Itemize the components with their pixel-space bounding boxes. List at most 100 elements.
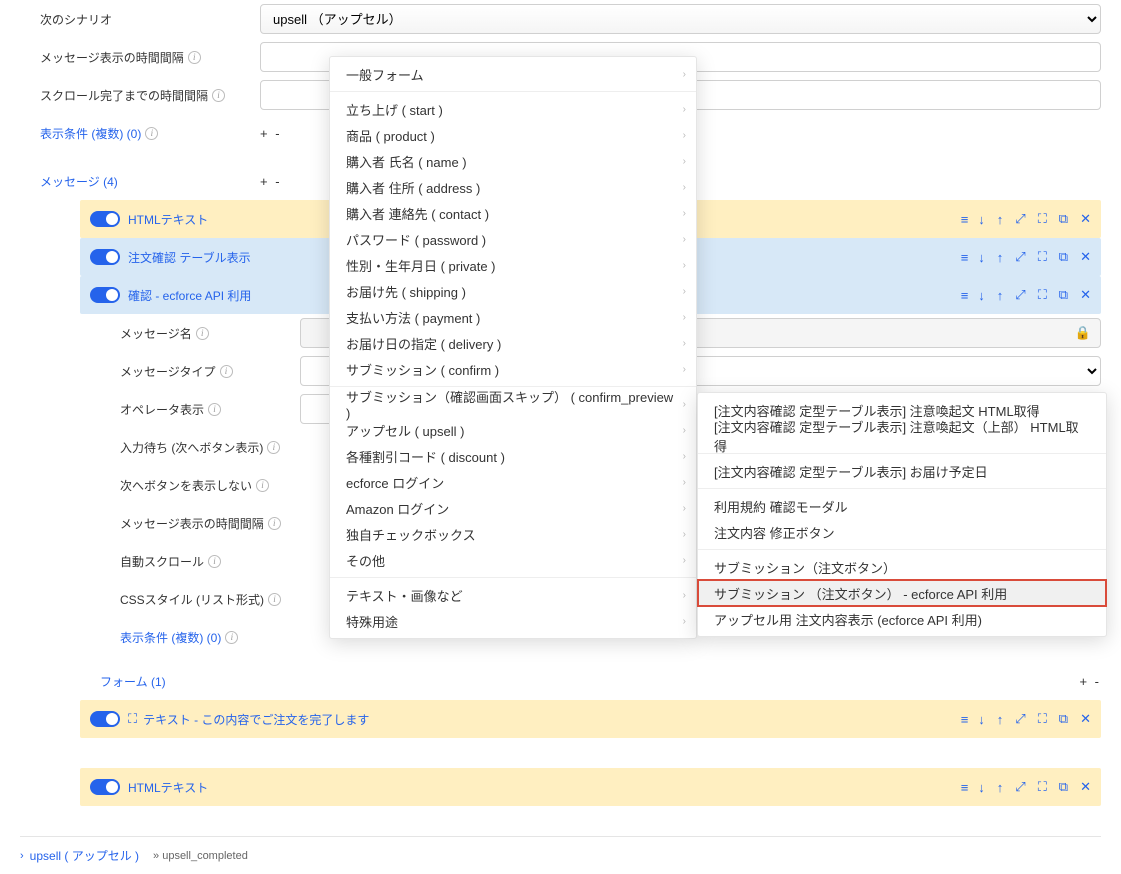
move-up-icon[interactable]: ↑ <box>997 712 1004 727</box>
menu-item[interactable]: 性別・生年月日 ( private )› <box>330 252 696 278</box>
bar-actions: ≡ ↓ ↑ ⤢ ⛶ ⧉ ✕ <box>961 711 1091 727</box>
menu-item[interactable]: テキスト・画像など› <box>330 582 696 608</box>
move-down-icon[interactable]: ↓ <box>978 712 985 727</box>
menu-item[interactable]: 購入者 氏名 ( name )› <box>330 148 696 174</box>
toggle[interactable] <box>90 779 120 795</box>
caret-icon[interactable]: › <box>20 850 24 862</box>
child-conditions-label[interactable]: 表示条件 (複数) (0)i <box>120 629 300 646</box>
bar-actions: ≡ ↓ ↑ ⤢ ⛶ ⧉ ✕ <box>961 287 1091 303</box>
submenu-item[interactable]: [注文内容確認 定型テーブル表示] 注意喚起文（上部） HTML取得 <box>698 423 1106 449</box>
submenu-item[interactable]: サブミッション（注文ボタン） <box>698 554 1106 580</box>
conditions-label[interactable]: 表示条件 (複数) (0)i <box>20 125 260 142</box>
menu-item[interactable]: 特殊用途› <box>330 608 696 634</box>
move-down-icon[interactable]: ↓ <box>978 212 985 227</box>
child-msg-interval-label: メッセージ表示の時間間隔i <box>120 515 300 532</box>
menu-item[interactable]: ecforce ログイン› <box>330 469 696 495</box>
move-down-icon[interactable]: ↓ <box>978 250 985 265</box>
menu-item[interactable]: 支払い方法 ( payment )› <box>330 304 696 330</box>
submenu-item[interactable]: サブミッション （注文ボタン） - ecforce API 利用 <box>698 580 1106 606</box>
menu-item[interactable]: 購入者 連絡先 ( contact )› <box>330 200 696 226</box>
drag-icon[interactable]: ≡ <box>961 712 967 727</box>
menu-item[interactable]: アップセル ( upsell )› <box>330 417 696 443</box>
menu-item[interactable]: サブミッション（確認画面スキップ） ( confirm_preview )› <box>330 391 696 417</box>
info-icon: i <box>220 365 233 378</box>
submenu-item[interactable]: [注文内容確認 定型テーブル表示] お届け予定日 <box>698 458 1106 484</box>
copy-icon[interactable]: ⧉ <box>1059 711 1068 727</box>
menu-general[interactable]: 一般フォーム› <box>330 61 696 87</box>
copy-icon[interactable]: ⧉ <box>1059 211 1068 227</box>
fullscreen-icon[interactable]: ⛶ <box>1038 711 1047 727</box>
message-bar-title: HTMLテキスト <box>128 779 961 796</box>
move-up-icon[interactable]: ↑ <box>997 780 1004 795</box>
bar-actions: ≡ ↓ ↑ ⤢ ⛶ ⧉ ✕ <box>961 211 1091 227</box>
move-up-icon[interactable]: ↑ <box>997 288 1004 303</box>
chevron-right-icon: › <box>683 555 686 566</box>
fullscreen-icon[interactable]: ⛶ <box>1038 249 1047 265</box>
expand-icon[interactable]: ⤢ <box>1015 779 1025 795</box>
close-icon[interactable]: ✕ <box>1080 711 1091 727</box>
close-icon[interactable]: ✕ <box>1080 287 1091 303</box>
operator-label: オペレータ表示i <box>120 401 300 418</box>
menu-item[interactable]: その他› <box>330 547 696 573</box>
menu-item[interactable]: 独自チェックボックス› <box>330 521 696 547</box>
copy-icon[interactable]: ⧉ <box>1059 779 1068 795</box>
chevron-right-icon: › <box>683 260 686 271</box>
info-icon: i <box>208 555 221 568</box>
expand-icon[interactable]: ⤢ <box>1015 287 1025 303</box>
message-bar[interactable]: HTMLテキスト≡ ↓ ↑ ⤢ ⛶ ⧉ ✕ <box>80 768 1101 806</box>
footer-link[interactable]: upsell ( アップセル ) <box>30 847 139 864</box>
menu-item[interactable]: Amazon ログイン› <box>330 495 696 521</box>
menu-item[interactable]: お届け先 ( shipping )› <box>330 278 696 304</box>
toggle[interactable] <box>90 711 120 727</box>
drag-icon[interactable]: ≡ <box>961 780 967 795</box>
move-down-icon[interactable]: ↓ <box>978 288 985 303</box>
close-icon[interactable]: ✕ <box>1080 779 1091 795</box>
next-scenario-label: 次のシナリオ <box>20 11 260 28</box>
next-scenario-select[interactable]: upsell （アップセル） <box>260 4 1101 34</box>
expand-icon[interactable]: ⤢ <box>1015 711 1025 727</box>
info-icon: i <box>145 127 158 140</box>
menu-item[interactable]: 各種割引コード ( discount )› <box>330 443 696 469</box>
message-bar[interactable]: ⛶ テキスト - この内容でご注文を完了します≡ ↓ ↑ ⤢ ⛶ ⧉ ✕ <box>80 700 1101 738</box>
menu-item[interactable]: 立ち上げ ( start )› <box>330 96 696 122</box>
drag-icon[interactable]: ≡ <box>961 212 967 227</box>
input-wait-label: 入力待ち (次へボタン表示)i <box>120 439 300 456</box>
fullscreen-icon[interactable]: ⛶ <box>1038 779 1047 795</box>
form-label[interactable]: フォーム (1) <box>100 667 166 696</box>
plus-minus[interactable]: + - <box>260 174 282 189</box>
fullscreen-icon[interactable]: ⛶ <box>1038 211 1047 227</box>
menu-item[interactable]: サブミッション ( confirm )› <box>330 356 696 382</box>
css-style-label: CSSスタイル (リスト形式)i <box>120 591 300 608</box>
toggle[interactable] <box>90 211 120 227</box>
copy-icon[interactable]: ⧉ <box>1059 287 1068 303</box>
move-up-icon[interactable]: ↑ <box>997 250 1004 265</box>
menu-item[interactable]: お届け日の指定 ( delivery )› <box>330 330 696 356</box>
move-up-icon[interactable]: ↑ <box>997 212 1004 227</box>
messages-label[interactable]: メッセージ (4) <box>20 173 260 190</box>
expand-icon[interactable]: ⤢ <box>1015 211 1025 227</box>
fullscreen-icon[interactable]: ⛶ <box>1038 287 1047 303</box>
message-type-label: メッセージタイプi <box>120 363 300 380</box>
submenu-item[interactable]: 利用規約 確認モーダル <box>698 493 1106 519</box>
menu-item[interactable]: 購入者 住所 ( address )› <box>330 174 696 200</box>
drag-icon[interactable]: ≡ <box>961 288 967 303</box>
menu-item[interactable]: 商品 ( product )› <box>330 122 696 148</box>
copy-icon[interactable]: ⧉ <box>1059 249 1068 265</box>
chevron-right-icon: › <box>683 182 686 193</box>
toggle[interactable] <box>90 249 120 265</box>
toggle[interactable] <box>90 287 120 303</box>
close-icon[interactable]: ✕ <box>1080 249 1091 265</box>
drag-icon[interactable]: ≡ <box>961 250 967 265</box>
chevron-right-icon: › <box>683 286 686 297</box>
expand-icon: ⛶ <box>128 711 137 727</box>
plus-minus[interactable]: + - <box>1079 674 1101 689</box>
submenu-item[interactable]: 注文内容 修正ボタン <box>698 519 1106 545</box>
form-header: フォーム (1) + - <box>20 662 1101 700</box>
plus-minus[interactable]: + - <box>260 126 282 141</box>
expand-icon[interactable]: ⤢ <box>1015 249 1025 265</box>
close-icon[interactable]: ✕ <box>1080 211 1091 227</box>
move-down-icon[interactable]: ↓ <box>978 780 985 795</box>
menu-item[interactable]: パスワード ( password )› <box>330 226 696 252</box>
message-bar-title: テキスト - この内容でご注文を完了します <box>143 711 961 728</box>
submenu-item[interactable]: アップセル用 注文内容表示 (ecforce API 利用) <box>698 606 1106 632</box>
